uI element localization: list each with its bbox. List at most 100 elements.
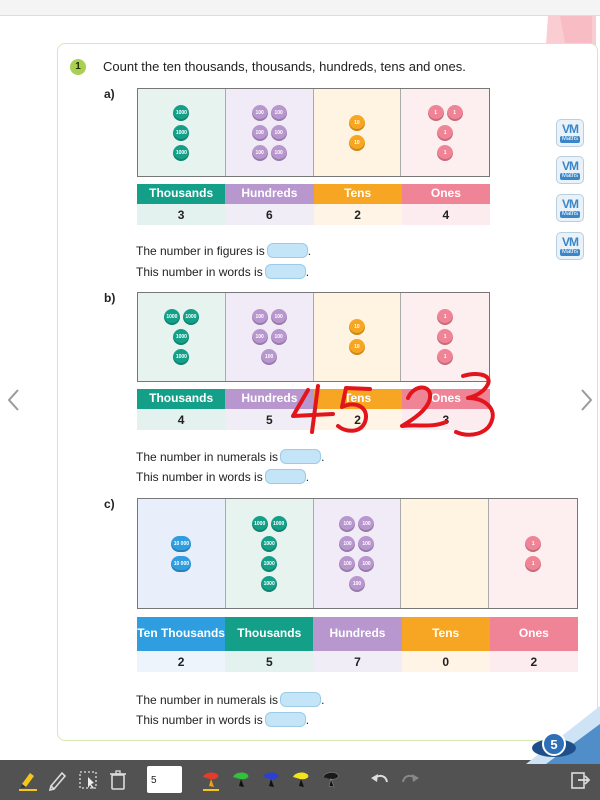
counter-row: 1 <box>525 535 542 552</box>
answer-text: The number in numerals is <box>136 692 279 707</box>
previous-page-icon[interactable] <box>6 388 22 412</box>
answer-input[interactable] <box>280 449 322 464</box>
answer-text: This number in words is <box>136 712 263 727</box>
board-column-th: 1000 1000 1000 1000 1000 <box>225 499 314 608</box>
counter-row: 100 100 <box>251 124 287 141</box>
part-a-label: a) <box>104 87 115 101</box>
place-value-counter: 1000 <box>261 535 278 552</box>
column-value: 0 <box>401 651 490 672</box>
board-column-th: 1000 1000 1000 <box>138 89 226 176</box>
answer-input[interactable] <box>266 243 308 258</box>
answer-line-numerals-c: The number in numerals is. <box>136 692 325 707</box>
highlighter-icon[interactable] <box>16 768 40 792</box>
trash-icon[interactable] <box>106 768 130 792</box>
pencil-icon[interactable] <box>46 768 70 792</box>
place-value-counter: 100 <box>358 555 375 572</box>
redo-icon[interactable] <box>398 768 422 792</box>
vm-maths-link[interactable]: VM Maths <box>556 156 584 184</box>
counter-row: 100 100 <box>339 555 375 572</box>
place-value-counter: 10 <box>348 319 365 335</box>
counter-row: 100 100 <box>339 515 375 532</box>
column-value: 5 <box>225 651 314 672</box>
column-header: Ones <box>401 184 490 204</box>
page-number-input[interactable]: 5 <box>147 766 182 793</box>
next-page-icon[interactable] <box>578 388 594 412</box>
board-column-te <box>401 499 490 608</box>
column-value: 5 <box>225 409 314 430</box>
place-value-column: Tens 2 <box>313 389 402 430</box>
column-value: 4 <box>137 409 226 430</box>
column-header: Tens <box>313 389 402 409</box>
pen-red-icon[interactable] <box>199 768 223 792</box>
answer-line-words-a: This number in words is. <box>136 264 310 279</box>
place-value-counter: 1 <box>437 309 454 325</box>
counter-row: 100 100 <box>339 535 375 552</box>
place-value-counter: 1 <box>446 104 463 121</box>
pen-green-icon[interactable] <box>229 768 253 792</box>
column-value: 2 <box>313 204 402 225</box>
place-value-column: Ten Thousands 2 <box>137 617 226 672</box>
counter-row: 1000 <box>173 144 190 161</box>
place-value-table-a: Thousands 3 Hundreds 6 Tens 2 Ones 4 <box>137 184 490 225</box>
pen-yellow-icon[interactable] <box>289 768 313 792</box>
column-header: Ones <box>401 389 490 409</box>
place-value-counter: 10 <box>348 339 365 355</box>
counter-row: 10 000 <box>171 535 192 552</box>
answer-line-words-b: This number in words is. <box>136 469 310 484</box>
place-value-counter: 100 <box>339 535 356 552</box>
counter-row: 10 000 <box>171 555 192 572</box>
place-value-counter: 100 <box>339 555 356 572</box>
pen-black-icon[interactable] <box>319 768 343 792</box>
place-value-counter: 1 <box>437 329 454 345</box>
undo-icon[interactable] <box>368 768 392 792</box>
counter-row: 100 100 <box>251 309 287 325</box>
column-value: 4 <box>401 204 490 225</box>
exit-icon[interactable] <box>568 768 592 792</box>
top-bar <box>0 0 600 16</box>
vm-maths-link[interactable]: VM Maths <box>556 194 584 222</box>
place-value-counter: 1000 <box>163 309 180 325</box>
column-header: Thousands <box>137 389 226 409</box>
column-header: Hundreds <box>225 184 314 204</box>
column-header: Tens <box>401 617 490 651</box>
vm-maths-link[interactable]: VM Maths <box>556 232 584 260</box>
counter-row: 1000 <box>173 349 190 365</box>
column-value: 2 <box>137 651 226 672</box>
answer-text: This number in words is <box>136 264 263 279</box>
counter-row: 100 100 <box>251 144 287 161</box>
vm-maths-link[interactable]: VM Maths <box>556 119 584 147</box>
answer-input[interactable] <box>264 712 306 727</box>
place-value-counter: 100 <box>358 535 375 552</box>
counter-row: 10 <box>348 114 365 131</box>
counter-row: 1 <box>437 144 454 161</box>
answer-input[interactable] <box>280 692 322 707</box>
pen-blue-icon[interactable] <box>259 768 283 792</box>
place-value-counter: 100 <box>251 104 268 121</box>
board-column-on: 11 <box>489 499 577 608</box>
column-value: 3 <box>137 204 226 225</box>
board-column-on: 1111 <box>401 89 489 176</box>
place-value-counter: 100 <box>358 515 375 532</box>
place-value-counter: 1 <box>427 104 444 121</box>
counter-row: 1000 <box>173 124 190 141</box>
place-value-counter: 100 <box>270 144 287 161</box>
place-value-counter: 10 000 <box>171 535 192 552</box>
place-value-table-c: Ten Thousands 2 Thousands 5 Hundreds 7 Tens 0 On… <box>137 617 578 672</box>
board-column-on: 1 1 1 <box>401 293 489 381</box>
place-value-counter: 1 <box>437 124 454 141</box>
counter-row: 1 <box>437 309 454 325</box>
place-value-counter: 100 <box>251 124 268 141</box>
place-value-counter: 100 <box>251 144 268 161</box>
column-value: 6 <box>225 204 314 225</box>
board-column-th: 1000 1000 1000 1000 <box>138 293 226 381</box>
question-number: 1 <box>70 59 86 75</box>
pointer-icon[interactable] <box>76 768 100 792</box>
counter-row: 10 <box>348 339 365 355</box>
place-value-counter: 100 <box>261 349 278 365</box>
place-value-column: Thousands 5 <box>225 617 314 672</box>
part-b-label: b) <box>104 291 116 305</box>
place-value-counter: 1000 <box>173 144 190 161</box>
place-value-counter: 10 000 <box>171 555 192 572</box>
answer-input[interactable] <box>264 264 306 279</box>
answer-input[interactable] <box>264 469 306 484</box>
